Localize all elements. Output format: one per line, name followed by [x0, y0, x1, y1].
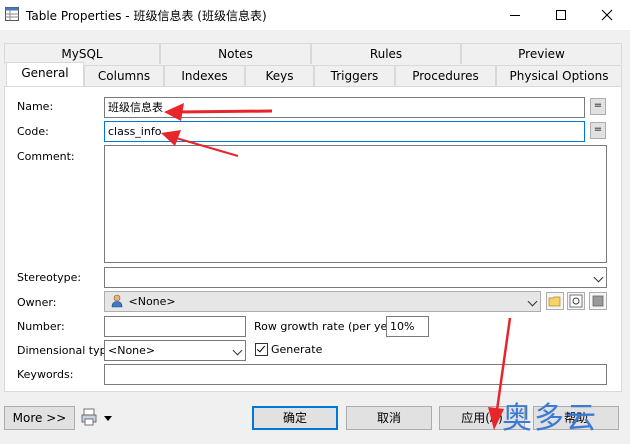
tab-physical-options[interactable]: Physical Options [496, 65, 622, 86]
close-icon [601, 9, 613, 21]
owner-properties-button[interactable] [567, 292, 585, 310]
stereotype-combo[interactable] [104, 267, 607, 288]
number-label: Number: [17, 320, 65, 333]
comment-textarea[interactable] [104, 145, 607, 263]
properties-icon [569, 294, 583, 308]
tab-indexes[interactable]: Indexes [164, 65, 245, 86]
title-bar: Table Properties - 班级信息表 (班级信息表) [0, 0, 630, 31]
number-input[interactable] [104, 316, 246, 337]
keywords-input[interactable] [104, 364, 607, 385]
create-icon [592, 295, 604, 307]
chevron-down-icon [527, 296, 538, 307]
row-growth-label: Row growth rate (per year): [254, 320, 407, 333]
owner-value: <None> [128, 295, 176, 308]
code-equals-button[interactable]: = [590, 122, 606, 139]
tab-general[interactable]: General [6, 62, 84, 86]
maximize-icon [556, 10, 566, 20]
name-label: Name: [17, 100, 54, 113]
owner-select-button[interactable] [546, 292, 564, 310]
minimize-button[interactable] [492, 0, 538, 30]
user-icon [111, 294, 123, 308]
chevron-down-icon [232, 345, 243, 356]
window-title: Table Properties - 班级信息表 (班级信息表) [26, 9, 267, 23]
print-menu-button[interactable] [81, 408, 115, 428]
watermark: 奥多云 [502, 401, 598, 436]
caret-down-icon [104, 416, 112, 421]
folder-icon [548, 296, 561, 307]
tab-columns[interactable]: Columns [84, 65, 164, 86]
table-app-icon [5, 7, 19, 21]
maximize-button[interactable] [538, 0, 584, 30]
code-label: Code: [17, 125, 49, 138]
keywords-label: Keywords: [17, 368, 74, 381]
code-input[interactable]: class_info [104, 121, 585, 142]
generate-checkbox[interactable] [255, 343, 268, 356]
name-equals-button[interactable]: = [590, 98, 606, 115]
close-button[interactable] [584, 0, 630, 30]
name-input[interactable]: 班级信息表 [104, 97, 585, 118]
minimize-icon [510, 14, 520, 16]
tab-mysql[interactable]: MySQL [4, 43, 160, 64]
stereotype-label: Stereotype: [17, 271, 82, 284]
more-button[interactable]: More >> [4, 406, 75, 430]
dimensional-type-select[interactable]: <None> [104, 340, 246, 361]
tab-triggers[interactable]: Triggers [314, 65, 395, 86]
tab-preview[interactable]: Preview [461, 43, 622, 64]
row-growth-input[interactable]: 10% [386, 316, 429, 337]
tab-keys[interactable]: Keys [245, 65, 314, 86]
owner-label: Owner: [17, 296, 57, 309]
ok-button[interactable]: 确定 [252, 406, 338, 430]
owner-create-button[interactable] [589, 292, 607, 310]
tab-procedures[interactable]: Procedures [395, 65, 496, 86]
comment-label: Comment: [17, 150, 75, 163]
owner-combo[interactable]: <None> [104, 291, 541, 312]
dimensional-type-label: Dimensional type: [17, 344, 118, 357]
tab-rules[interactable]: Rules [311, 43, 461, 64]
printer-icon [81, 408, 97, 426]
generate-label: Generate [271, 343, 323, 356]
cancel-button[interactable]: 取消 [346, 406, 432, 430]
dimensional-type-value: <None> [108, 344, 156, 357]
checkmark-icon [256, 343, 266, 353]
chevron-down-icon [593, 272, 604, 283]
tab-notes[interactable]: Notes [160, 43, 311, 64]
